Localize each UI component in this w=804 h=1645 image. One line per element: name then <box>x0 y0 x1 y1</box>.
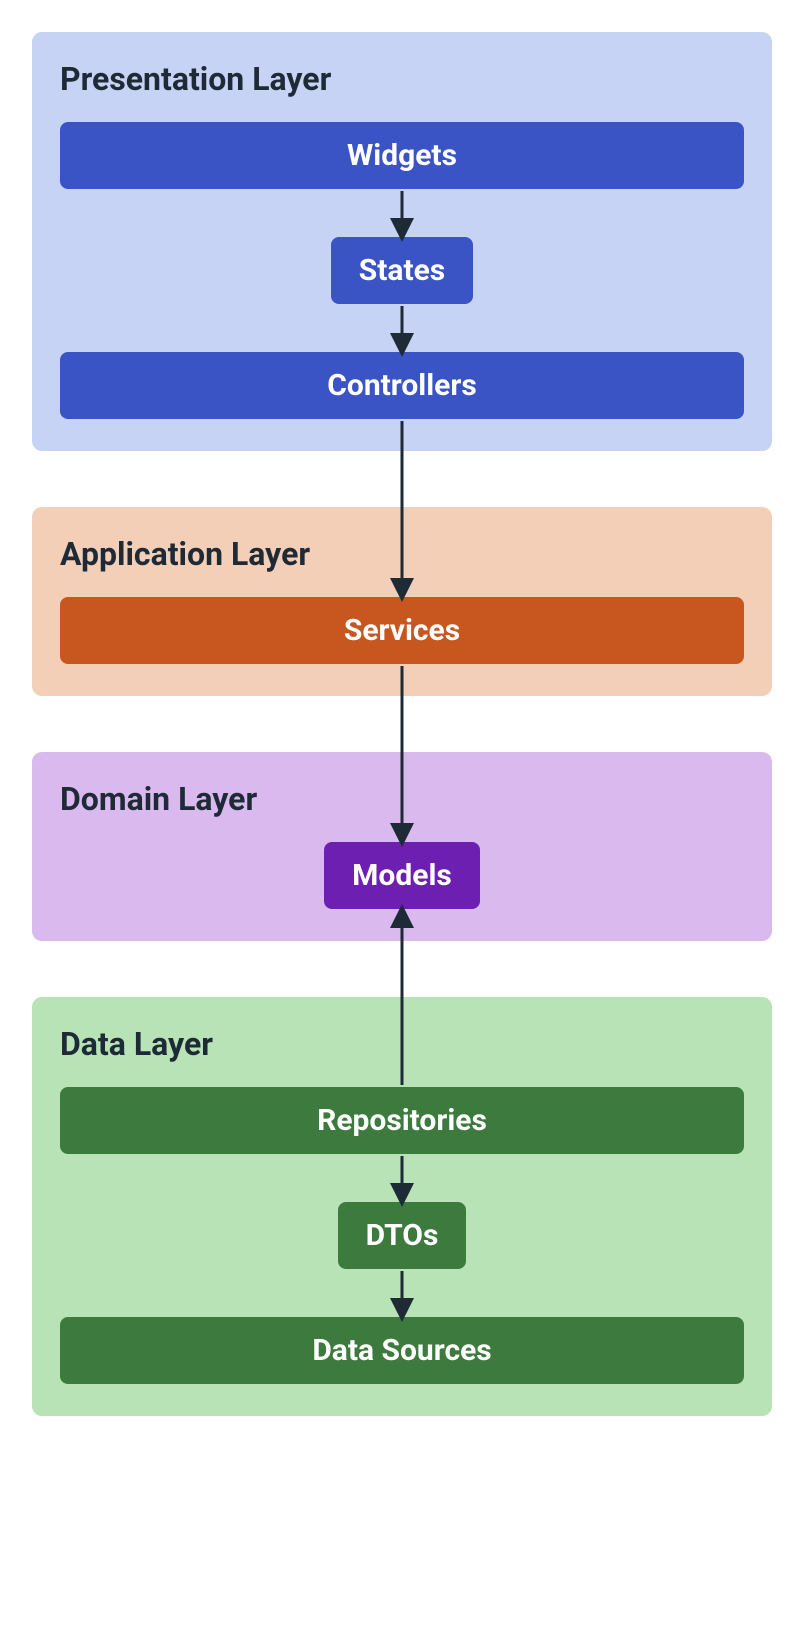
layer-title-domain: Domain Layer <box>60 780 744 818</box>
layer-title-presentation: Presentation Layer <box>60 60 744 98</box>
layer-title-data: Data Layer <box>60 1025 744 1063</box>
node-states: States <box>331 237 473 304</box>
node-repositories: Repositories <box>60 1087 744 1154</box>
layer-application: Application Layer Services <box>32 507 772 696</box>
layer-data: Data Layer Repositories DTOs Data Source… <box>32 997 772 1416</box>
node-dtos: DTOs <box>338 1202 467 1269</box>
node-controllers: Controllers <box>60 352 744 419</box>
node-services: Services <box>60 597 744 664</box>
node-data-sources: Data Sources <box>60 1317 744 1384</box>
layer-presentation: Presentation Layer Widgets States Contro… <box>32 32 772 451</box>
node-widgets: Widgets <box>60 122 744 189</box>
layer-title-application: Application Layer <box>60 535 744 573</box>
node-models: Models <box>324 842 480 909</box>
layer-domain: Domain Layer Models <box>32 752 772 941</box>
diagram-canvas: Presentation Layer Widgets States Contro… <box>0 0 804 1645</box>
